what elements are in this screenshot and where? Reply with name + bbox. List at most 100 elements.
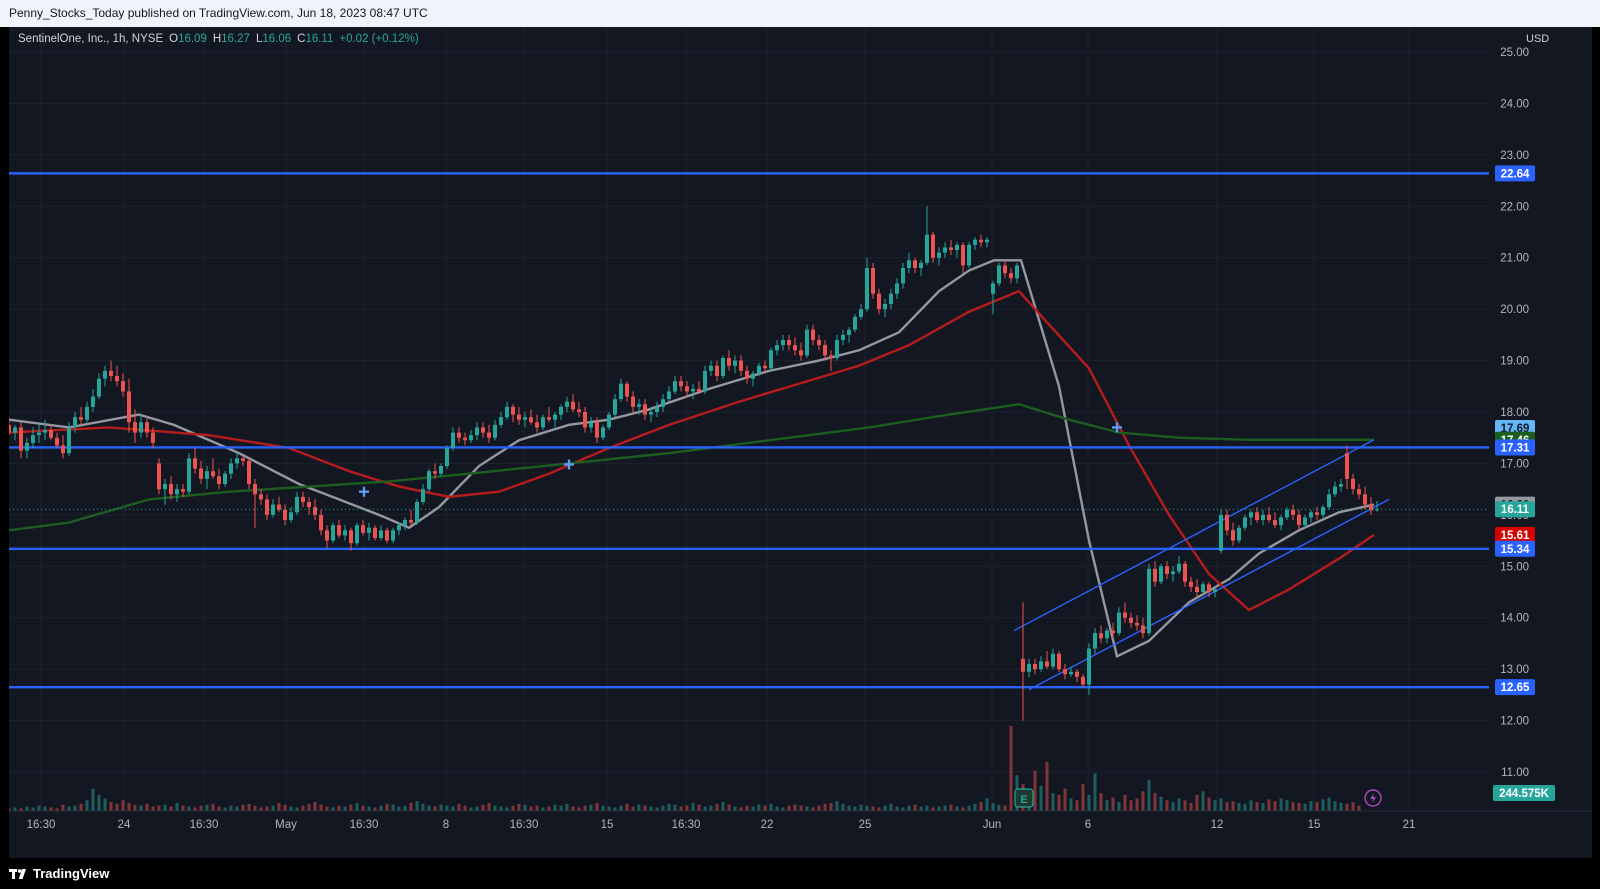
candle-body [1231,530,1235,541]
candle-body [37,432,41,436]
candle-body [667,391,671,400]
volume-bar [649,806,653,811]
volume-bar [457,803,461,811]
volume-bar [463,805,467,811]
volume-bar [1045,761,1049,811]
volume-bar [1063,788,1067,811]
volume-bar [553,804,557,811]
volume-bar [61,804,65,811]
symbol-legend: SentinelOne, Inc., 1h, NYSE O16.09 H16.27 L… [18,33,419,45]
volume-bar [925,805,929,811]
candle-body [1297,514,1301,526]
candle-body [1153,568,1157,582]
candle-body [9,424,11,433]
volume-bar [337,805,341,811]
volume-bar [949,804,953,811]
volume-bar [529,806,533,811]
y-tick-label: 23.00 [1500,150,1529,162]
candle-body [415,502,419,523]
candle-body [1045,661,1049,667]
price-tag-label: 16.11 [1501,504,1530,516]
candle-body [841,334,845,340]
publish-line: Penny_Stocks_Today published on TradingV… [9,6,428,20]
candle-body [973,239,977,245]
volume-bar [1189,802,1193,811]
candle-body [1123,612,1127,618]
volume-bar [1333,801,1337,811]
volume-bar [595,802,599,811]
candle-body [745,370,749,379]
price-tag-label: 17.31 [1501,442,1530,454]
volume-bar [769,803,773,811]
candle-body [73,417,77,428]
candle-body [583,412,587,428]
candle-body [199,468,203,479]
volume-bar [1033,770,1037,811]
volume-bar [697,804,701,811]
candle-body [661,399,665,407]
candle-body [61,445,65,454]
candle-body [1159,566,1163,582]
candle-body [967,244,971,266]
candle-body [523,417,527,420]
currency-label[interactable]: USD [1526,33,1549,45]
volume-bar [49,807,53,811]
volume-bar [943,805,947,811]
volume-bar [817,805,821,811]
volume-bar [115,803,119,811]
volume-bar [313,802,317,811]
volume-bar [841,803,845,811]
candle-body [1003,265,1007,274]
volume-bar [379,805,383,811]
y-tick-label: 25.00 [1500,47,1529,59]
candle-body [709,365,713,371]
volume-bar [961,807,965,811]
volume-bar [325,806,329,811]
volume-bar [625,803,629,811]
candle-body [289,512,293,520]
volume-bar [1111,797,1115,811]
candle-body [727,358,731,366]
candle-body [349,530,353,544]
volume-bar [121,800,125,811]
candle-body [1327,494,1331,508]
volume-bar [1159,796,1163,811]
candle-body [1081,676,1085,685]
volume-bar [673,804,677,811]
candle-body [637,404,641,407]
volume-bar [937,806,941,811]
volume-bar [613,807,617,811]
candle-body [775,345,779,351]
volume-bar [409,802,413,811]
x-tick-label: 16:30 [350,819,379,831]
candle-body [343,530,347,536]
volume-bar [67,806,71,811]
candle-body [1339,484,1343,487]
candle-body [103,370,107,379]
volume-bar [1351,802,1355,811]
candle-body [853,316,857,330]
candle-body [1249,512,1253,518]
volume-bar [901,807,905,811]
volume-bar [211,803,215,811]
high-label: H [212,33,222,45]
x-tick-label: 25 [859,819,872,831]
candle-body [787,340,791,346]
x-tick-label: 16:30 [672,819,701,831]
candle-body [139,422,143,433]
price-chart[interactable]: E11.0012.0013.0014.0015.0016.0017.0018.0… [9,27,1592,858]
candle-body [319,514,323,531]
volume-bar [559,805,563,811]
volume-bar [1219,798,1223,811]
candle-body [313,507,317,515]
candle-body [433,471,437,474]
tradingview-logo[interactable]: TradingView [9,866,109,881]
volume-bar [1009,726,1013,811]
candle-body [1279,517,1283,526]
candle-body [997,265,1001,284]
volume-bar [823,803,827,811]
candle-body [655,406,659,412]
y-tick-label: 14.00 [1500,613,1529,625]
candle-body [931,234,935,258]
candle-body [187,458,191,492]
